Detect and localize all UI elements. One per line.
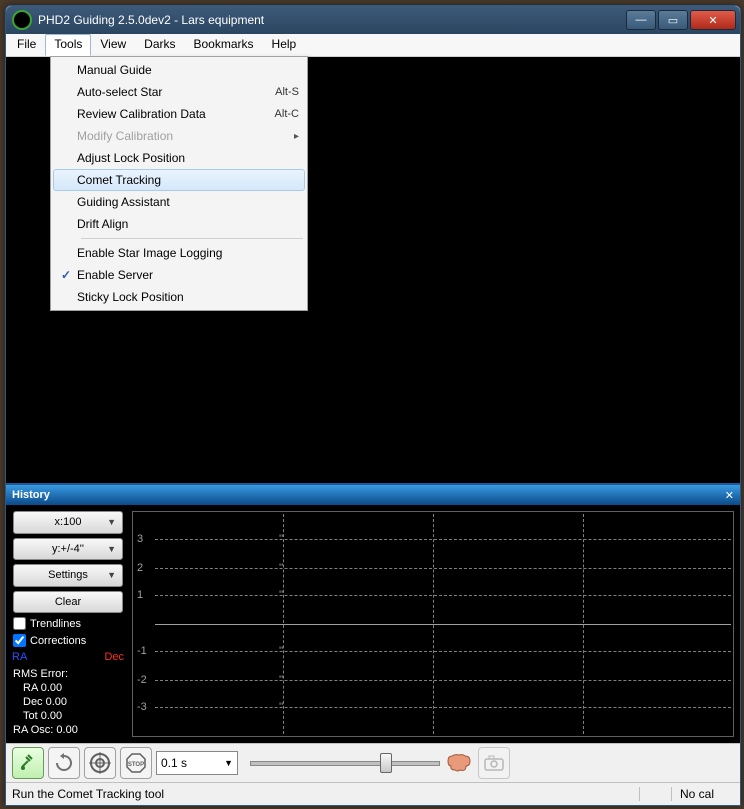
y-tick: 2 [137,562,143,574]
plug-icon [18,753,38,773]
menu-separator [81,238,303,239]
menu-help[interactable]: Help [263,34,306,56]
svg-text:STOP: STOP [128,762,144,768]
menu-guiding-assistant[interactable]: Guiding Assistant [53,191,305,213]
trendlines-checkbox-row[interactable]: Trendlines [11,617,125,630]
chevron-down-icon: ▼ [107,544,116,554]
menu-enable-star-image-logging[interactable]: Enable Star Image Logging [53,242,305,264]
titlebar: PHD2 Guiding 2.5.0dev2 - Lars equipment … [6,6,740,34]
loop-icon [54,753,74,773]
menu-manual-guide[interactable]: Manual Guide [53,59,305,81]
y-tick: -3 [137,701,147,713]
menu-darks[interactable]: Darks [135,34,184,56]
status-cal: No cal [671,787,734,801]
menubar: File Tools View Darks Bookmarks Help Man… [6,34,740,57]
window-title: PHD2 Guiding 2.5.0dev2 - Lars equipment [38,13,626,27]
corrections-checkbox-row[interactable]: Corrections [11,634,125,647]
y-tick: -2 [137,674,147,686]
chevron-down-icon: ▼ [107,570,116,580]
stop-button[interactable]: STOP [120,747,152,779]
dec-label: Dec [104,651,124,663]
guide-button[interactable] [84,747,116,779]
stop-icon: STOP [125,752,147,774]
slider-thumb[interactable] [380,753,392,773]
menu-comet-tracking[interactable]: Comet Tracking [53,169,305,191]
history-controls: x:100▼ y:+/-4''▼ Settings▼ Clear Trendli… [12,511,124,737]
clear-button[interactable]: Clear [13,591,123,614]
brain-icon [446,752,472,774]
trendlines-label: Trendlines [30,618,81,630]
menu-sticky-lock-position[interactable]: Sticky Lock Position [53,286,305,308]
menu-adjust-lock-position[interactable]: Adjust Lock Position [53,147,305,169]
app-icon [12,10,32,30]
gamma-slider[interactable] [250,753,440,773]
status-message: Run the Comet Tracking tool [12,787,639,801]
maximize-button[interactable]: ▭ [658,10,688,30]
ra-label: RA [12,651,27,663]
app-window: PHD2 Guiding 2.5.0dev2 - Lars equipment … [5,5,741,806]
menu-bookmarks[interactable]: Bookmarks [185,34,263,56]
camera-settings-button[interactable] [478,747,510,779]
menu-enable-server[interactable]: ✓Enable Server [53,264,305,286]
corrections-label: Corrections [30,635,86,647]
chevron-down-icon: ▼ [107,517,116,527]
exposure-value: 0.1 s [161,756,187,770]
menu-tools[interactable]: Tools [45,34,91,56]
statusbar: Run the Comet Tracking tool No cal [6,782,740,805]
history-title-label: History [12,489,50,501]
loop-button[interactable] [48,747,80,779]
window-buttons: — ▭ ✕ [626,10,736,30]
status-empty-cell [639,787,671,801]
ra-dec-legend: RA Dec [10,651,126,663]
y-tick: 1 [137,589,143,601]
chevron-down-icon[interactable]: ▼ [224,758,233,768]
tools-dropdown: Manual Guide Auto-select StarAlt-S Revie… [50,56,308,311]
menu-file[interactable]: File [8,34,45,56]
history-panel: History ✕ x:100▼ y:+/-4''▼ Settings▼ Cle… [6,483,740,743]
connect-equipment-button[interactable] [12,747,44,779]
settings-dropdown[interactable]: Settings▼ [13,564,123,587]
exposure-combo[interactable]: 0.1 s ▼ [156,751,238,775]
submenu-arrow-icon: ▸ [290,131,299,142]
check-icon: ✓ [55,268,77,282]
history-graph[interactable]: 3 2 1 -1 -2 -3 '' '' '' '' '' '' [132,511,734,737]
toolbar: STOP 0.1 s ▼ [6,743,740,782]
camera-icon [483,754,505,772]
rms-stats: RMS Error: RA 0.00 Dec 0.00 Tot 0.00 RA … [11,667,125,737]
menu-drift-align[interactable]: Drift Align [53,213,305,235]
menu-review-calibration[interactable]: Review Calibration DataAlt-C [53,103,305,125]
history-titlebar: History ✕ [6,485,740,505]
slider-track [250,761,440,766]
y-scale-dropdown[interactable]: y:+/-4''▼ [13,538,123,561]
close-button[interactable]: ✕ [690,10,736,30]
y-tick: -1 [137,645,147,657]
trendlines-checkbox[interactable] [13,617,26,630]
corrections-checkbox[interactable] [13,634,26,647]
menu-modify-calibration: Modify Calibration▸ [53,125,305,147]
x-scale-dropdown[interactable]: x:100▼ [13,511,123,534]
brain-button[interactable] [444,748,474,778]
minimize-button[interactable]: — [626,10,656,30]
menu-view[interactable]: View [91,34,135,56]
target-icon [89,752,111,774]
history-close-icon[interactable]: ✕ [725,489,734,502]
menu-auto-select-star[interactable]: Auto-select StarAlt-S [53,81,305,103]
y-tick: 3 [137,533,143,545]
